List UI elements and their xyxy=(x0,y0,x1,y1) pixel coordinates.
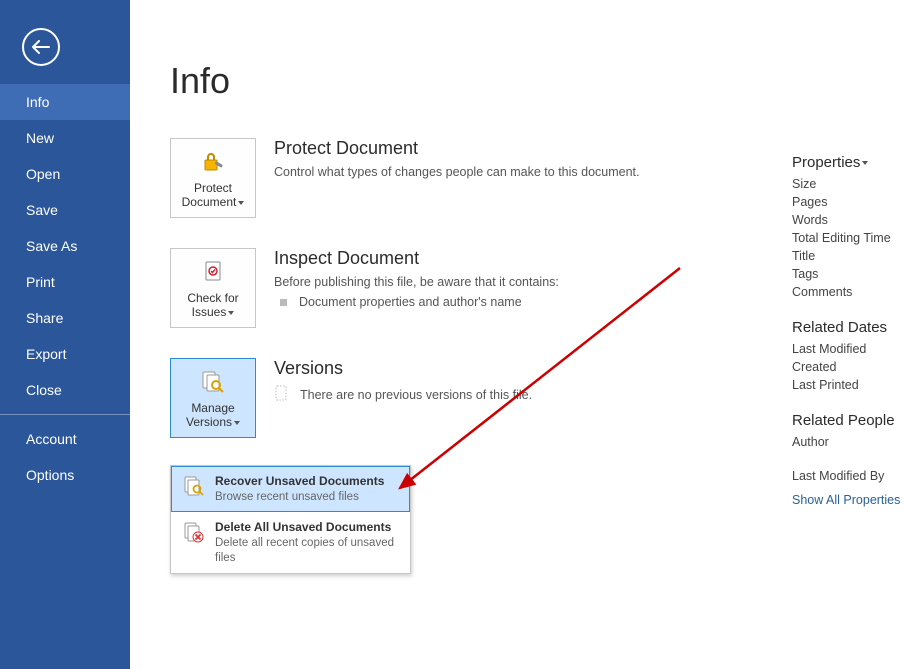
inspect-bullet: Document properties and author's name xyxy=(274,295,754,309)
versions-body: Versions There are no previous versions … xyxy=(274,358,754,404)
related-dates-group: Related Dates Last Modified Created Last… xyxy=(792,319,904,392)
sidebar-item-print[interactable]: Print xyxy=(0,264,130,300)
related-people-heading: Related People xyxy=(792,412,904,429)
sidebar-label-new: New xyxy=(26,130,54,146)
sidebar-label-open: Open xyxy=(26,166,60,182)
sidebar-item-export[interactable]: Export xyxy=(0,336,130,372)
sidebar-label-export: Export xyxy=(26,346,66,362)
app-root: Info New Open Save Save As Print Share E… xyxy=(0,0,904,669)
related-people-group: Related People Author xyxy=(792,412,904,449)
person-author: Author xyxy=(792,435,904,449)
sidebar-label-close: Close xyxy=(26,382,62,398)
recover-unsaved-sub: Browse recent unsaved files xyxy=(215,490,400,504)
sidebar-label-print: Print xyxy=(26,274,55,290)
prop-comments: Comments xyxy=(792,285,904,299)
sidebar-item-share[interactable]: Share xyxy=(0,300,130,336)
prop-title: Title xyxy=(792,249,904,263)
show-all-properties-link[interactable]: Show All Properties xyxy=(792,493,904,507)
sidebar-item-save-as[interactable]: Save As xyxy=(0,228,130,264)
protect-description: Control what types of changes people can… xyxy=(274,165,754,179)
related-dates-heading: Related Dates xyxy=(792,319,904,336)
protect-heading: Protect Document xyxy=(274,138,754,159)
back-button[interactable] xyxy=(22,28,60,66)
lock-icon xyxy=(200,147,226,177)
protect-body: Protect Document Control what types of c… xyxy=(274,138,754,179)
properties-panel: Properties Size Pages Words Total Editin… xyxy=(792,154,904,507)
prop-tags: Tags xyxy=(792,267,904,281)
inspect-lead: Before publishing this file, be aware th… xyxy=(274,275,754,289)
document-check-icon xyxy=(200,257,226,287)
sidebar-item-info[interactable]: Info xyxy=(0,84,130,120)
check-for-issues-button[interactable]: Check for Issues xyxy=(170,248,256,328)
bullet-square-icon xyxy=(280,299,287,306)
sidebar-item-open[interactable]: Open xyxy=(0,156,130,192)
prop-pages: Pages xyxy=(792,195,904,209)
sidebar-separator xyxy=(0,414,130,415)
document-search-icon xyxy=(181,474,209,504)
manage-versions-button[interactable]: Manage Versions xyxy=(170,358,256,438)
versions-heading: Versions xyxy=(274,358,754,379)
manage-versions-dropdown: Recover Unsaved Documents Browse recent … xyxy=(170,465,411,574)
document-icon xyxy=(274,385,290,404)
sidebar-label-info: Info xyxy=(26,94,49,110)
recover-unsaved-title: Recover Unsaved Documents xyxy=(215,474,400,488)
properties-group: Properties Size Pages Words Total Editin… xyxy=(792,154,904,299)
manage-versions-button-label: Manage Versions xyxy=(171,401,255,430)
sidebar-label-save-as: Save As xyxy=(26,238,77,254)
sidebar-item-options[interactable]: Options xyxy=(0,457,130,493)
date-last-modified: Last Modified xyxy=(792,342,904,356)
sidebar-item-save[interactable]: Save xyxy=(0,192,130,228)
document-delete-icon xyxy=(181,520,209,565)
delete-all-unsaved-documents-item[interactable]: Delete All Unsaved Documents Delete all … xyxy=(171,512,410,573)
backstage-sidebar: Info New Open Save Save As Print Share E… xyxy=(0,0,130,669)
sidebar-label-save: Save xyxy=(26,202,58,218)
sidebar-item-close[interactable]: Close xyxy=(0,372,130,408)
sidebar-label-account: Account xyxy=(26,431,77,447)
versions-empty-row: There are no previous versions of this f… xyxy=(274,385,754,404)
sidebar-label-options: Options xyxy=(26,467,74,483)
inspect-body: Inspect Document Before publishing this … xyxy=(274,248,754,309)
versions-empty-text: There are no previous versions of this f… xyxy=(300,388,532,402)
prop-size: Size xyxy=(792,177,904,191)
delete-all-unsaved-title: Delete All Unsaved Documents xyxy=(215,520,400,534)
date-last-printed: Last Printed xyxy=(792,378,904,392)
sidebar-item-new[interactable]: New xyxy=(0,120,130,156)
recover-unsaved-documents-item[interactable]: Recover Unsaved Documents Browse recent … xyxy=(171,466,410,512)
sidebar-item-account[interactable]: Account xyxy=(0,421,130,457)
inspect-heading: Inspect Document xyxy=(274,248,754,269)
sidebar-label-share: Share xyxy=(26,310,63,326)
prop-total-editing-time: Total Editing Time xyxy=(792,231,904,245)
inspect-bullet-text: Document properties and author's name xyxy=(299,295,522,309)
prop-words: Words xyxy=(792,213,904,227)
protect-document-button-label: Protect Document xyxy=(171,181,255,210)
delete-all-unsaved-sub: Delete all recent copies of unsaved file… xyxy=(215,536,400,565)
date-created: Created xyxy=(792,360,904,374)
last-modified-by-label: Last Modified By xyxy=(792,469,904,483)
protect-document-button[interactable]: Protect Document xyxy=(170,138,256,218)
properties-heading[interactable]: Properties xyxy=(792,154,904,171)
documents-magnifier-icon xyxy=(199,367,227,397)
page-title: Info xyxy=(170,60,904,102)
check-for-issues-button-label: Check for Issues xyxy=(171,291,255,320)
back-arrow-icon xyxy=(32,40,50,54)
